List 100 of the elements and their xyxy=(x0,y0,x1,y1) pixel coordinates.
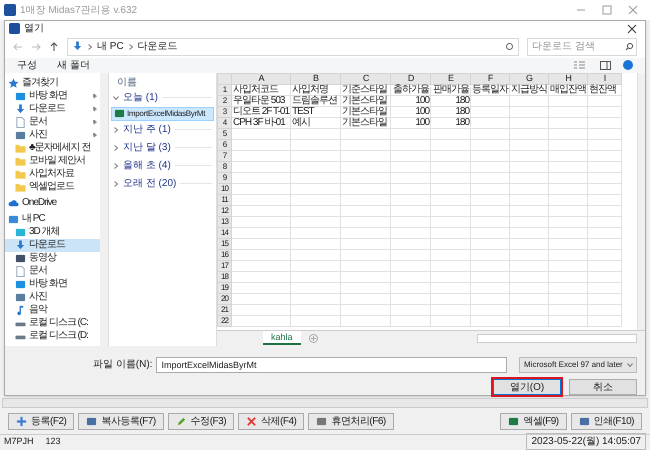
column-header[interactable]: C xyxy=(362,72,368,83)
sidebar-item[interactable]: 3D 개체 xyxy=(5,226,100,239)
filename-field[interactable]: ImportExcelMidasByrMt xyxy=(156,356,507,372)
action-button[interactable]: 등록(F2) xyxy=(8,412,74,430)
horizontal-scrollbar[interactable] xyxy=(2,398,648,408)
file-group[interactable]: 오늘 (1) xyxy=(109,88,216,107)
row-number: 8 xyxy=(222,162,226,171)
forward-arrow-icon[interactable] xyxy=(31,42,41,52)
row-number: 12 xyxy=(221,206,228,215)
horizontal-scrollbar[interactable] xyxy=(477,334,637,343)
file-group[interactable]: 오래 전 (20) xyxy=(109,174,216,193)
sidebar-item[interactable]: 음악 xyxy=(5,304,100,317)
sidebar-item[interactable]: 바탕 화면 xyxy=(5,278,100,291)
close-icon[interactable] xyxy=(627,24,637,34)
cell-text: 180 xyxy=(455,106,470,117)
column-header[interactable]: B xyxy=(313,72,318,83)
sidebar-item[interactable]: 사진 xyxy=(5,290,100,304)
column-header[interactable]: D xyxy=(408,72,414,83)
dialog-button[interactable]: 취소 xyxy=(569,379,637,396)
sidebar-item[interactable]: 로컬 디스크 (D: xyxy=(5,330,100,343)
preview-pane-icon[interactable] xyxy=(600,60,611,70)
sidebar-item[interactable]: 동영상 xyxy=(5,252,100,265)
column-header[interactable]: A xyxy=(258,72,264,83)
action-button[interactable]: 복사등록(F7) xyxy=(78,412,164,430)
file-group[interactable]: 지난 달 (3) xyxy=(109,138,216,157)
sidebar-item[interactable]: 문서 xyxy=(5,264,100,278)
breadcrumb-item[interactable]: 다운로드 xyxy=(138,39,178,54)
cell-text: 매입잔액 xyxy=(550,84,586,95)
action-button[interactable]: 수정(F3) xyxy=(168,412,234,430)
toolbar-button[interactable]: 새 폴더 xyxy=(57,58,90,73)
cell-text: 판매가율 xyxy=(433,84,470,95)
chevron-icon xyxy=(128,44,134,50)
sidebar-item[interactable]: 문서 xyxy=(5,116,100,129)
sidebar-item[interactable]: 사진 xyxy=(5,128,100,142)
sidebar-item[interactable]: 모바일 제안서 xyxy=(5,154,100,168)
sidebar-item[interactable]: 사입처자료 xyxy=(5,168,100,181)
cell-text: CPH 3F 바-01 xyxy=(233,116,285,128)
row-number: 13 xyxy=(221,216,228,226)
status-datetime: 2023-05-22(월) 14:05:07 xyxy=(526,433,646,450)
file-group[interactable]: 지난 주 (1) xyxy=(109,120,216,139)
cell-text: TEST xyxy=(292,106,314,117)
cell-text: 지급방식 xyxy=(511,84,548,95)
file-item[interactable]: ImportExcelMidasByrMt xyxy=(111,106,214,121)
row-number: 2 xyxy=(222,96,226,105)
column-header[interactable]: 이름 xyxy=(109,74,216,89)
add-sheet-icon[interactable] xyxy=(308,334,318,343)
column-header[interactable]: E xyxy=(448,72,454,83)
column-header[interactable]: F xyxy=(488,72,492,83)
sidebar-item[interactable]: 다운로드 xyxy=(5,102,100,116)
row-number: 11 xyxy=(221,194,228,204)
cell-text: 현잔액 xyxy=(589,84,616,95)
cell-text: 100 xyxy=(415,116,430,128)
sidebar-item[interactable]: 엑셀업로드 xyxy=(5,180,100,194)
cell-text: 출하가율 xyxy=(393,84,430,95)
status-user: M7PJH xyxy=(4,434,34,448)
cell-text: 사입처명 xyxy=(292,84,328,95)
row-number: 7 xyxy=(222,150,226,160)
sheet-tab[interactable]: kahla xyxy=(263,331,301,346)
sidebar-item[interactable]: OneDrive xyxy=(5,196,100,210)
cell-text: 기본스타일 xyxy=(342,116,388,128)
up-arrow-icon[interactable] xyxy=(49,42,59,52)
column-header[interactable]: I xyxy=(604,72,606,83)
plus-icon xyxy=(16,416,27,426)
sidebar-item[interactable]: 즐겨찾기 xyxy=(5,76,100,90)
view-options-icon[interactable] xyxy=(574,60,588,70)
file-type-dropdown[interactable]: Microsoft Excel 97 and later xyxy=(519,356,637,372)
breadcrumb-item[interactable]: 내 PC xyxy=(97,39,124,54)
row-number: 6 xyxy=(222,140,226,149)
sidebar-item[interactable]: 바탕 화면 xyxy=(5,90,100,103)
toolbar-button[interactable]: 구성 xyxy=(17,58,37,73)
back-arrow-icon[interactable] xyxy=(13,42,23,52)
sidebar-item[interactable]: 로컬 디스크 (C: xyxy=(5,316,100,330)
row-number: 1 xyxy=(222,84,226,94)
cell-text: 디오트 2F T-01 xyxy=(233,106,290,117)
column-header[interactable]: H xyxy=(565,72,571,83)
folder-icon xyxy=(15,156,26,167)
sidebar-item[interactable]: ♣문자메세지 전 xyxy=(5,142,100,155)
dialog-title: 열기 xyxy=(24,22,44,36)
dialog-button[interactable]: 열기(O) xyxy=(493,379,561,396)
column-header[interactable]: G xyxy=(526,72,532,83)
address-bar[interactable]: 내 PC 다운로드 xyxy=(67,38,519,56)
row-number: 16 xyxy=(221,250,228,259)
row-number: 4 xyxy=(222,118,226,127)
action-button[interactable]: 인쇄(F10) xyxy=(570,412,642,430)
scrollbar[interactable] xyxy=(100,72,108,346)
row-number: 20 xyxy=(221,294,228,303)
cell-text: 우일타운 503 xyxy=(233,94,284,106)
cell-text: 180 xyxy=(455,116,470,128)
cell-text: 기본스타일 xyxy=(342,94,388,106)
sidebar-item[interactable]: 내 PC xyxy=(5,212,100,226)
action-button[interactable]: 삭제(F4) xyxy=(238,412,304,430)
maximize-icon[interactable] xyxy=(602,5,612,15)
file-group[interactable]: 올해 초 (4) xyxy=(109,156,216,175)
cell-text: 기본스타일 xyxy=(342,106,388,117)
pencil-icon xyxy=(176,416,187,426)
sidebar-item[interactable]: 다운로드 xyxy=(5,238,100,252)
app-title: 1매장 Midas7관리용 v.632 xyxy=(20,4,138,18)
cell-text: 예시 xyxy=(292,116,310,128)
action-button[interactable]: 엑셀(F9) xyxy=(500,412,567,430)
action-button[interactable]: 휴면처리(F6) xyxy=(308,412,394,430)
